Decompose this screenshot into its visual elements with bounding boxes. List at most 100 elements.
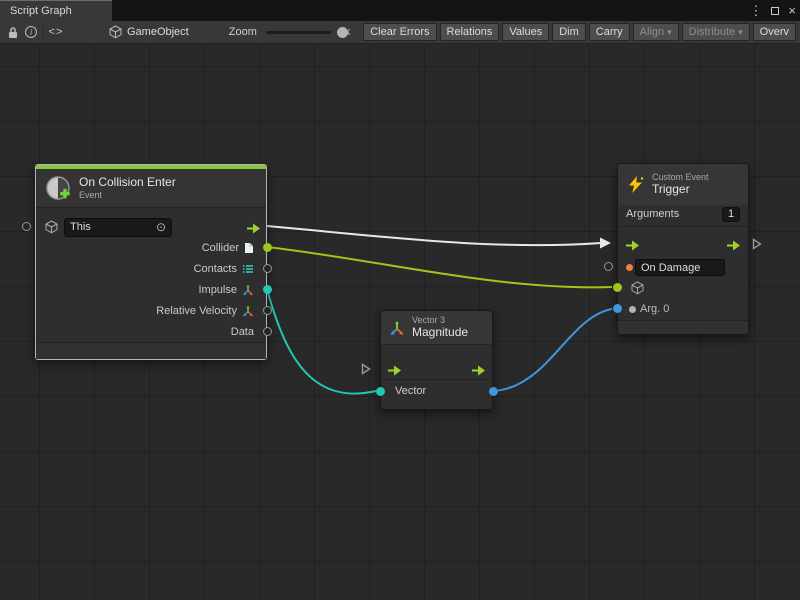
toolbar-separator — [43, 25, 44, 39]
port-impulse-output[interactable] — [263, 285, 272, 294]
flow-output-port[interactable] — [246, 221, 261, 232]
port-trigger-target-input[interactable] — [613, 283, 622, 292]
button-label: Distribute — [689, 26, 735, 38]
info-button[interactable]: i — [22, 23, 40, 42]
node-title: Magnitude — [412, 326, 468, 340]
align-button[interactable]: Align▾ — [633, 23, 679, 41]
target-picker-icon[interactable]: ⊙ — [156, 221, 166, 233]
breadcrumb-label: GameObject — [127, 26, 189, 38]
node-header: Custom Event Trigger — [618, 164, 748, 205]
port-label: Data — [231, 326, 254, 338]
port-row-data: Data — [36, 322, 266, 342]
node-title: On Collision Enter — [79, 176, 176, 190]
target-row: This ⊙ — [36, 217, 266, 237]
zoom-slider[interactable] — [266, 31, 331, 34]
target-field-value: This — [70, 221, 91, 233]
wire-arrowhead — [600, 238, 611, 249]
event-name-value: On Damage — [641, 262, 700, 274]
zoom-slider-knob[interactable] — [337, 27, 348, 38]
flow-hint-triangle-icon — [361, 362, 371, 380]
graph-canvas[interactable]: On Collision Enter Event This ⊙ Collider… — [0, 44, 800, 600]
contacts-list-icon — [242, 264, 254, 274]
caret-down-icon: ▾ — [738, 27, 743, 38]
arguments-label: Arguments — [626, 208, 679, 220]
target-field[interactable]: This ⊙ — [64, 218, 172, 237]
port-arg0-input[interactable] — [613, 304, 622, 313]
node-header: On Collision Enter Event — [36, 169, 266, 208]
button-label: Align — [640, 26, 664, 38]
proximity-port-marker[interactable] — [22, 222, 31, 231]
lightning-icon — [626, 175, 645, 194]
flow-input-port[interactable] — [625, 238, 640, 249]
node-vector3-magnitude[interactable]: Vector 3 Magnitude Vector — [380, 310, 493, 410]
port-row-impulse: Impulse — [36, 280, 266, 300]
gameobject-cube-icon — [109, 25, 122, 39]
arg0-dot-icon — [629, 306, 636, 313]
overview-button[interactable]: Overv — [753, 23, 796, 41]
distribute-button[interactable]: Distribute▾ — [682, 23, 750, 41]
port-relative-velocity-output[interactable] — [263, 306, 272, 315]
port-label: Collider — [202, 242, 239, 254]
port-vector-input[interactable] — [376, 387, 385, 396]
vector3-axes-icon — [242, 284, 254, 296]
flow-input-port[interactable] — [387, 363, 402, 374]
code-view-button[interactable]: <> — [47, 23, 65, 42]
button-label: Values — [509, 26, 542, 38]
maximize-icon[interactable] — [771, 7, 779, 15]
node-trigger-custom-event[interactable]: Custom Event Trigger Arguments 1 On Dama… — [617, 163, 749, 335]
flow-hint-triangle-icon — [752, 237, 762, 255]
event-icon — [45, 175, 71, 201]
tab-bar: Script Graph ⋮ × — [0, 0, 800, 21]
wire-impulse-to-vector[interactable] — [267, 289, 376, 394]
flow-output-port[interactable] — [726, 238, 741, 249]
code-icon: <> — [49, 26, 64, 38]
node-footer — [36, 342, 266, 359]
vector3-axes-icon — [389, 320, 405, 336]
clear-errors-button[interactable]: Clear Errors — [363, 23, 436, 41]
tab-title: Script Graph — [10, 5, 72, 17]
port-contacts-output[interactable] — [263, 264, 272, 273]
collider-doc-icon — [244, 242, 254, 254]
port-magnitude-output[interactable] — [489, 387, 498, 396]
port-row-collider: Collider — [36, 238, 266, 258]
arguments-value: 1 — [728, 208, 734, 220]
proximity-port-marker[interactable] — [604, 262, 613, 271]
relations-button[interactable]: Relations — [440, 23, 500, 41]
toolbar: i <> GameObject Zoom 1x Clear Errors Rel… — [0, 21, 800, 44]
wire-control-flow[interactable] — [267, 226, 601, 245]
arg0-label: Arg. 0 — [640, 303, 669, 315]
port-label: Impulse — [198, 284, 237, 296]
node-header: Vector 3 Magnitude — [381, 311, 492, 345]
cube-icon — [45, 220, 58, 234]
button-label: Dim — [559, 26, 579, 38]
port-label: Contacts — [194, 263, 237, 275]
node-on-collision-enter[interactable]: On Collision Enter Event This ⊙ Collider… — [35, 164, 267, 360]
port-collider-output[interactable] — [263, 243, 272, 252]
button-label: Clear Errors — [370, 26, 429, 38]
node-subtitle: Event — [79, 190, 176, 200]
port-data-output[interactable] — [263, 327, 272, 336]
port-label: Relative Velocity — [156, 305, 237, 317]
event-name-field[interactable]: On Damage — [635, 259, 725, 276]
carry-button[interactable]: Carry — [589, 23, 630, 41]
dim-button[interactable]: Dim — [552, 23, 586, 41]
lock-button[interactable] — [4, 23, 22, 42]
event-name-port[interactable] — [626, 264, 633, 271]
tab-script-graph[interactable]: Script Graph — [0, 0, 112, 21]
arguments-row: Arguments 1 — [626, 206, 740, 222]
wire-magnitude-to-arg0[interactable] — [493, 309, 612, 391]
node-footer — [618, 320, 748, 334]
toolbar-buttons: Clear Errors Relations Values Dim Carry … — [363, 23, 796, 41]
menu-icon[interactable]: ⋮ — [749, 4, 762, 17]
port-row-contacts: Contacts — [36, 259, 266, 279]
wire-collider-to-target[interactable] — [267, 247, 612, 287]
vector3-axes-icon — [242, 305, 254, 317]
arguments-field[interactable]: 1 — [722, 207, 740, 222]
button-label: Relations — [447, 26, 493, 38]
info-icon: i — [25, 26, 37, 38]
close-icon[interactable]: × — [788, 4, 796, 17]
lock-icon — [7, 26, 19, 39]
flow-output-port[interactable] — [471, 363, 486, 374]
values-button[interactable]: Values — [502, 23, 549, 41]
breadcrumb[interactable]: GameObject — [103, 23, 195, 41]
